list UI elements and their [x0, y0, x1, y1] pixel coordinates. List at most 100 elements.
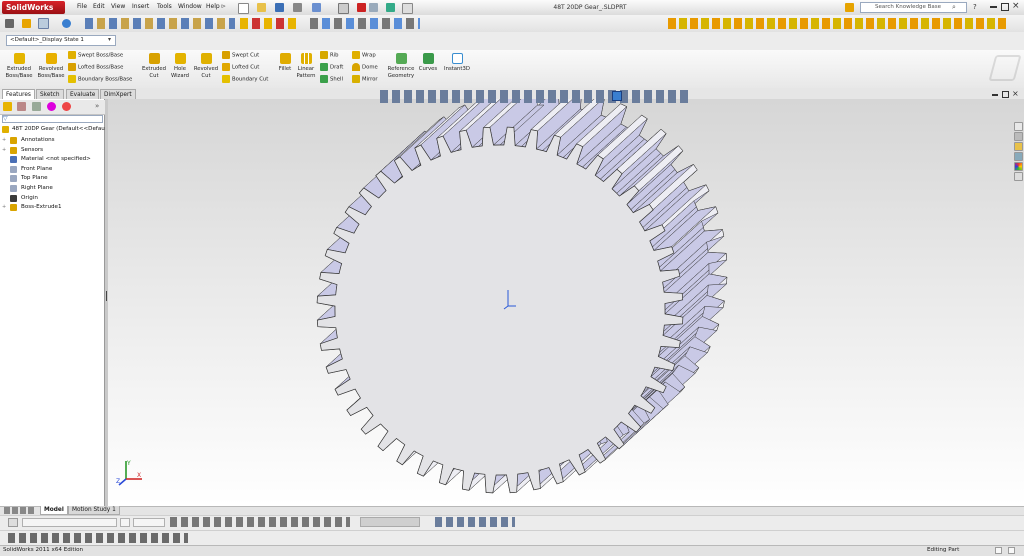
tree-item[interactable]: + Boss-Extrude1 [2, 203, 62, 213]
revolved-cut-button[interactable]: Revolved Cut [192, 53, 220, 79]
rebuild-icon[interactable] [357, 3, 366, 12]
property-manager-tab-icon[interactable] [17, 102, 26, 111]
display-style-icon[interactable] [612, 91, 622, 101]
tree-item[interactable]: Origin [2, 194, 38, 204]
menu-tools[interactable]: Tools [157, 3, 172, 10]
restore-icon[interactable] [1001, 3, 1009, 11]
open-icon[interactable] [257, 3, 266, 12]
lofted-cut-button[interactable]: Lofted Cut [222, 63, 259, 72]
tab-dimxpert[interactable]: DimXpert [100, 89, 136, 99]
toolbar-icon-1[interactable] [5, 19, 14, 28]
customize-icon[interactable] [402, 3, 413, 14]
sketch-entities-icons[interactable] [8, 533, 188, 543]
file-properties-icon[interactable] [369, 3, 378, 12]
revolved-boss-button[interactable]: Revolved Boss/Base [35, 53, 67, 79]
font-size-dropdown[interactable] [120, 518, 130, 527]
menu-edit[interactable]: Edit [93, 3, 105, 10]
reference-geometry-button[interactable]: Reference Geometry [386, 53, 416, 79]
status-help-icon[interactable] [995, 547, 1002, 554]
tree-expand-icon[interactable]: + [2, 136, 6, 146]
display-state-dropdown[interactable]: <Default>_Display State 1 [6, 35, 116, 46]
close-icon[interactable]: × [1012, 1, 1020, 11]
select-pointer-icon[interactable] [38, 18, 49, 29]
menu-insert[interactable]: Insert [132, 3, 149, 10]
solidworks-logo[interactable]: SolidWorks [2, 1, 65, 14]
sketch-tools-icons[interactable] [85, 18, 235, 29]
menu-pin-icon[interactable]: ⊳ [221, 3, 226, 10]
print-icon[interactable] [293, 3, 302, 12]
minimize-icon[interactable] [990, 6, 997, 8]
solidworks-resources-tab-icon[interactable] [1014, 122, 1023, 131]
splitter-grip-icon[interactable] [106, 291, 107, 301]
select-icon[interactable] [338, 3, 349, 14]
undo-icon[interactable] [312, 3, 321, 12]
boundary-cut-button[interactable]: Boundary Cut [222, 75, 268, 84]
assembly-tools-icons[interactable] [240, 18, 300, 29]
shell-button[interactable]: Shell [320, 75, 343, 84]
search-knowledge-base-input[interactable]: Search Knowledge Base [860, 2, 967, 13]
viewport-close-icon[interactable]: × [1012, 89, 1019, 98]
toolbar-icon-2[interactable] [22, 19, 31, 28]
draft-button[interactable]: Draft [320, 63, 343, 72]
graphics-area[interactable]: Y X Z [108, 99, 1024, 506]
tree-root-part[interactable]: 48T 20DP Gear (Default<<Defau [2, 125, 105, 135]
design-library-tab-icon[interactable] [1014, 132, 1023, 141]
gear-model[interactable] [108, 99, 1024, 506]
tree-item[interactable]: + Sensors [2, 146, 43, 156]
fillet-button[interactable]: Fillet [276, 53, 294, 73]
font-name-dropdown[interactable] [22, 518, 117, 527]
help-icon[interactable]: ? [973, 3, 977, 11]
tree-expand-icon[interactable]: + [2, 203, 6, 213]
text-format-buttons-icons[interactable] [170, 517, 350, 527]
expand-panel-icon[interactable]: » [95, 102, 99, 110]
curves-button[interactable]: Curves [417, 53, 439, 73]
font-height-input[interactable] [133, 518, 165, 527]
view-tools-icons[interactable] [310, 18, 420, 29]
tab-model[interactable]: Model [40, 506, 68, 515]
save-icon[interactable] [275, 3, 284, 12]
tree-item[interactable]: Front Plane [2, 165, 52, 175]
file-explorer-tab-icon[interactable] [1014, 142, 1023, 151]
menu-view[interactable]: View [111, 3, 125, 10]
viewport-minimize-icon[interactable] [992, 94, 998, 96]
instant3d-button[interactable]: Instant3D [443, 53, 471, 73]
menu-help[interactable]: Help [206, 3, 220, 10]
custom-properties-tab-icon[interactable] [1014, 172, 1023, 181]
feature-manager-tab-icon[interactable] [3, 102, 12, 111]
feature-filter-input[interactable] [2, 115, 103, 123]
dimxpert-manager-tab-icon[interactable] [47, 102, 56, 111]
dome-button[interactable]: Dome [352, 63, 378, 72]
features-toolbar-icons[interactable] [668, 18, 1008, 29]
linear-pattern-button[interactable]: Linear Pattern [294, 53, 318, 79]
menu-file[interactable]: File [77, 3, 87, 10]
search-icon[interactable]: ⌕ [952, 3, 956, 12]
rib-button[interactable]: Rib [320, 51, 339, 60]
line-format-icons[interactable] [435, 517, 515, 527]
viewport-restore-icon[interactable] [1002, 91, 1009, 98]
view-palette-tab-icon[interactable] [1014, 152, 1023, 161]
mirror-button[interactable]: Mirror [352, 75, 378, 84]
text-style-icon[interactable] [8, 518, 18, 527]
options-icon[interactable] [386, 3, 395, 12]
appearance-icon[interactable] [62, 19, 71, 28]
swept-cut-button[interactable]: Swept Cut [222, 51, 259, 60]
tab-scroll-arrows-icon[interactable] [4, 507, 36, 514]
layer-dropdown[interactable] [360, 517, 420, 527]
menu-window[interactable]: Window [178, 3, 202, 10]
lofted-boss-button[interactable]: Lofted Boss/Base [68, 63, 123, 72]
status-rebuild-icon[interactable] [1008, 547, 1015, 554]
configuration-manager-tab-icon[interactable] [32, 102, 41, 111]
tab-motion-study-1[interactable]: Motion Study 1 [68, 506, 120, 515]
tree-item[interactable]: + Annotations [2, 136, 55, 146]
tree-item[interactable]: Right Plane [2, 184, 53, 194]
boundary-boss-button[interactable]: Boundary Boss/Base [68, 75, 132, 84]
appearances-tab-icon[interactable] [1014, 162, 1023, 171]
extruded-boss-button[interactable]: Extruded Boss/Base [3, 53, 35, 79]
new-document-icon[interactable] [238, 3, 249, 14]
hole-wizard-button[interactable]: Hole Wizard [166, 53, 194, 79]
swept-boss-button[interactable]: Swept Boss/Base [68, 51, 123, 60]
wrap-button[interactable]: Wrap [352, 51, 376, 60]
tree-expand-icon[interactable]: + [2, 146, 6, 156]
tab-sketch[interactable]: Sketch [36, 89, 64, 99]
tab-features[interactable]: Features [2, 89, 35, 99]
